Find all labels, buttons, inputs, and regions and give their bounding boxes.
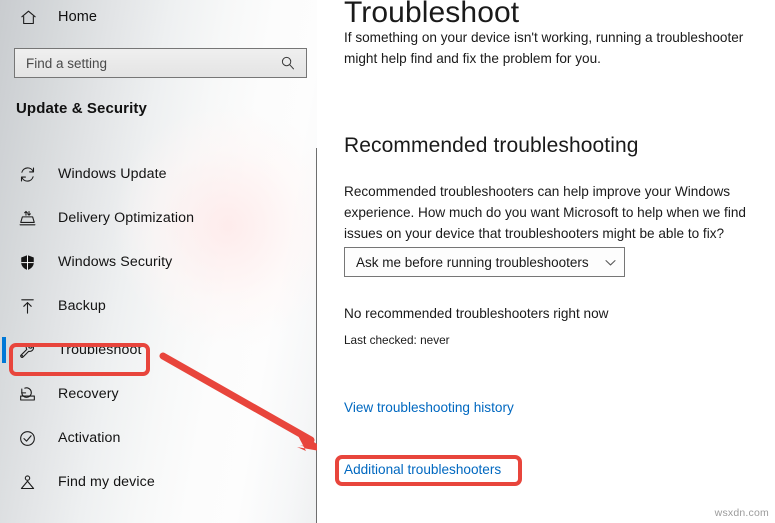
recommended-description: Recommended troubleshooters can help imp… <box>344 184 746 241</box>
sidebar-item-label: Windows Security <box>58 254 173 270</box>
sidebar-home-button[interactable]: Home <box>0 0 317 34</box>
link-additional-troubleshooters[interactable]: Additional troubleshooters <box>344 462 501 477</box>
dropdown-selected-value: Ask me before running troubleshooters <box>356 254 589 270</box>
shield-icon <box>16 251 38 273</box>
sidebar-section-title: Update & Security <box>16 100 147 117</box>
sidebar-item-troubleshoot[interactable]: Troubleshoot <box>0 328 317 372</box>
recommended-troubleshooting-dropdown[interactable]: Ask me before running troubleshooters <box>344 247 625 277</box>
sidebar-item-label: Recovery <box>58 386 119 402</box>
sidebar-item-label: Backup <box>58 298 106 314</box>
search-icon[interactable] <box>275 55 301 71</box>
recommended-status-text: No recommended troubleshooters right now <box>344 306 609 321</box>
search-input[interactable] <box>15 55 275 71</box>
sidebar-item-label: Troubleshoot <box>58 342 142 358</box>
sidebar-item-backup[interactable]: Backup <box>0 284 317 328</box>
home-icon <box>17 6 39 28</box>
link-view-troubleshooting-history[interactable]: View troubleshooting history <box>344 400 514 415</box>
sidebar-item-windows-security[interactable]: Windows Security <box>0 240 317 284</box>
sidebar-nav-list: Windows Update Delivery Optimization Win… <box>0 152 317 504</box>
page-title: Troubleshoot <box>344 0 520 29</box>
sidebar-item-find-my-device[interactable]: Find my device <box>0 460 317 504</box>
sidebar-item-delivery-optimization[interactable]: Delivery Optimization <box>0 196 317 240</box>
recovery-icon <box>16 383 38 405</box>
sidebar-item-windows-update[interactable]: Windows Update <box>0 152 317 196</box>
page-intro-text: If something on your device isn't workin… <box>344 30 744 66</box>
chevron-down-icon[interactable] <box>596 255 624 270</box>
find-device-icon <box>16 471 38 493</box>
sidebar-item-activation[interactable]: Activation <box>0 416 317 460</box>
wrench-icon <box>16 339 38 361</box>
watermark: wsxdn.com <box>714 507 769 519</box>
sidebar-item-label: Delivery Optimization <box>58 210 195 226</box>
main-content: Troubleshoot If something on your device… <box>317 0 775 523</box>
settings-sidebar: Home Update & Security <box>0 0 317 523</box>
check-circle-icon <box>16 427 38 449</box>
sidebar-item-label: Activation <box>58 430 121 446</box>
recommended-last-checked: Last checked: never <box>344 333 450 347</box>
selection-indicator <box>2 337 6 363</box>
upload-arrow-icon <box>16 295 38 317</box>
sync-icon <box>16 163 38 185</box>
sidebar-home-label: Home <box>58 9 98 25</box>
settings-window: Home Update & Security <box>0 0 775 523</box>
sidebar-item-recovery[interactable]: Recovery <box>0 372 317 416</box>
sidebar-item-label: Find my device <box>58 474 155 490</box>
delivery-optimization-icon <box>16 207 38 229</box>
sidebar-item-label: Windows Update <box>58 166 167 182</box>
search-box[interactable] <box>14 48 307 78</box>
recommended-heading: Recommended troubleshooting <box>344 134 639 157</box>
